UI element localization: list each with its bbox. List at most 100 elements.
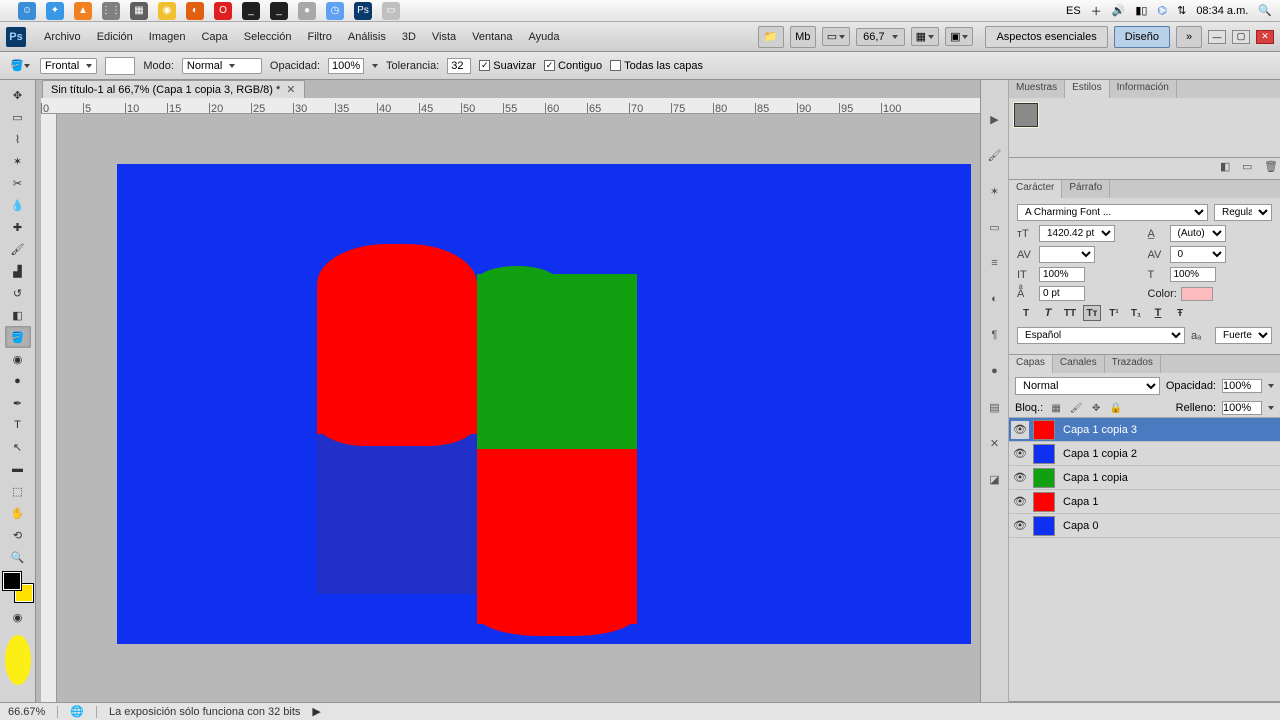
window-minimize-button[interactable]: — [1208, 30, 1226, 44]
3d-panel-icon[interactable]: ◪ [986, 470, 1004, 488]
gear-panel-icon[interactable]: ✶ [986, 182, 1004, 200]
layer-thumbnail[interactable] [1033, 492, 1055, 512]
opacity-input[interactable]: 100% [328, 58, 364, 74]
tolerance-input[interactable]: 32 [447, 58, 471, 74]
tab-carácter[interactable]: Carácter [1009, 180, 1062, 198]
menu-vista[interactable]: Vista [424, 27, 464, 47]
3d-tool[interactable]: ⬚ [5, 480, 31, 502]
foreground-color[interactable] [3, 572, 21, 590]
wifi-icon[interactable]: ⇅ [1177, 4, 1186, 17]
photoshop-dock-icon[interactable]: Ps [354, 2, 372, 20]
tab-párrafo[interactable]: Párrafo [1062, 180, 1110, 198]
history-brush-tool[interactable]: ↺ [5, 282, 31, 304]
layer-thumbnail[interactable] [1033, 516, 1055, 536]
lock-position-icon[interactable]: ✥ [1089, 401, 1103, 415]
visibility-icon[interactable]: 👁 [1011, 469, 1029, 487]
layer-blend-select[interactable]: Normal [1015, 377, 1160, 395]
lock-all-icon[interactable]: 🔒 [1109, 401, 1123, 415]
menu-edición[interactable]: Edición [89, 27, 141, 47]
adjust-panel-icon[interactable]: ≡ [986, 254, 1004, 272]
style-swatch[interactable] [1013, 102, 1039, 128]
layer-name[interactable]: Capa 0 [1059, 520, 1098, 532]
firefox-icon[interactable]: ◐ [186, 2, 204, 20]
launch-bridge-button[interactable]: 📁 [758, 26, 784, 48]
add-icon[interactable]: ＋ [1091, 3, 1102, 19]
workspace-more-button[interactable]: » [1176, 26, 1202, 48]
all-layers-checkbox[interactable]: Todas las capas [610, 60, 703, 72]
vscale-input[interactable] [1039, 267, 1085, 282]
type-tool[interactable]: T [5, 414, 31, 436]
quickmask-toggle[interactable]: ◉ [5, 606, 31, 628]
crop-tool[interactable]: ✂ [5, 172, 31, 194]
layer-name[interactable]: Capa 1 copia [1059, 472, 1128, 484]
status-globe-icon[interactable]: 🌐 [70, 705, 84, 718]
status-zoom[interactable]: 66.67% [8, 706, 45, 718]
adjust-icon-1[interactable]: ◧ [1220, 160, 1234, 174]
strikethrough-button[interactable]: Ŧ [1171, 305, 1189, 321]
menu-capa[interactable]: Capa [193, 27, 235, 47]
bucket-tool[interactable]: 🪣 [5, 326, 31, 348]
zoom-level-dropdown[interactable]: 66,7 [856, 28, 904, 46]
opera-icon[interactable]: O [214, 2, 232, 20]
panel-collapse-icon[interactable]: ▶ [986, 110, 1004, 128]
menu-selección[interactable]: Selección [236, 27, 300, 47]
lock-transparency-icon[interactable]: ▦ [1049, 401, 1063, 415]
menu-ayuda[interactable]: Ayuda [521, 27, 568, 47]
lock-pixels-icon[interactable]: 🖌 [1069, 401, 1083, 415]
layer-thumbnail[interactable] [1033, 444, 1055, 464]
screen-mode-dropdown[interactable]: ▣ [945, 27, 973, 46]
layer-panel-icon[interactable]: ▤ [986, 398, 1004, 416]
font-family-select[interactable]: A Charming Font ... [1017, 204, 1208, 221]
layer-name[interactable]: Capa 1 copia 3 [1059, 424, 1137, 436]
tab-capas[interactable]: Capas [1009, 355, 1053, 373]
layer-name[interactable]: Capa 1 [1059, 496, 1098, 508]
finder-icon[interactable]: ☺ [18, 2, 36, 20]
superscript-button[interactable]: T¹ [1105, 305, 1123, 321]
subscript-button[interactable]: T₁ [1127, 305, 1145, 321]
baseline-input[interactable] [1039, 286, 1085, 301]
record-icon[interactable]: ● [298, 2, 316, 20]
adjust-icon-3[interactable]: 🗑 [1264, 160, 1278, 174]
lasso-tool[interactable]: ⌇ [5, 128, 31, 150]
menu-filtro[interactable]: Filtro [299, 27, 339, 47]
document-tab[interactable]: Sin título-1 al 66,7% (Capa 1 copia 3, R… [42, 80, 305, 98]
tab-trazados[interactable]: Trazados [1105, 355, 1161, 373]
visibility-icon[interactable]: 👁 [1011, 421, 1029, 439]
menu-análisis[interactable]: Análisis [340, 27, 394, 47]
blend-mode-select[interactable]: Normal [182, 58, 262, 74]
layer-thumbnail[interactable] [1033, 468, 1055, 488]
adjust-icon-2[interactable]: ▭ [1242, 160, 1256, 174]
allcaps-button[interactable]: TT [1061, 305, 1079, 321]
menu-archivo[interactable]: Archivo [36, 27, 89, 47]
dodge-tool[interactable]: ● [5, 370, 31, 392]
blur-tool[interactable]: ◉ [5, 348, 31, 370]
volume-icon[interactable]: 🔊 [1112, 4, 1126, 17]
layer-row[interactable]: 👁Capa 1 copia 2 [1009, 442, 1280, 466]
fill-source-select[interactable]: Frontal [40, 58, 97, 74]
bold-button[interactable]: T [1017, 305, 1035, 321]
view-extras-dropdown[interactable]: ▭ [822, 27, 850, 46]
image-panel-icon[interactable]: ▭ [986, 218, 1004, 236]
tab-muestras[interactable]: Muestras [1009, 80, 1065, 98]
tools-panel-icon[interactable]: ✕ [986, 434, 1004, 452]
mask-panel-icon[interactable]: ◐ [986, 290, 1004, 308]
tracking-select[interactable]: 0 [1170, 246, 1226, 263]
current-tool-icon[interactable]: 🪣 [8, 56, 32, 76]
layer-row[interactable]: 👁 Capa 1 copia [1009, 466, 1280, 490]
clock-icon[interactable]: ◷ [326, 2, 344, 20]
menu-imagen[interactable]: Imagen [141, 27, 194, 47]
font-size-select[interactable]: 1420.42 pt [1039, 225, 1115, 242]
layer-row[interactable]: 👁 Capa 1 copia 3 [1009, 418, 1280, 442]
tab-estilos[interactable]: Estilos [1065, 80, 1109, 98]
arrange-documents-dropdown[interactable]: ▦ [911, 27, 939, 46]
text-color-swatch[interactable] [1181, 287, 1213, 301]
color-swatches[interactable] [3, 572, 33, 602]
marquee-tool[interactable]: ▭ [5, 106, 31, 128]
window-maximize-button[interactable]: ▢ [1232, 30, 1250, 44]
underline-button[interactable]: T [1149, 305, 1167, 321]
terminal1-icon[interactable]: _ [242, 2, 260, 20]
shape-tool[interactable]: ▬ [5, 458, 31, 480]
brush-tool[interactable]: 🖌 [5, 238, 31, 260]
terminal2-icon[interactable]: _ [270, 2, 288, 20]
canvas[interactable] [117, 164, 971, 644]
